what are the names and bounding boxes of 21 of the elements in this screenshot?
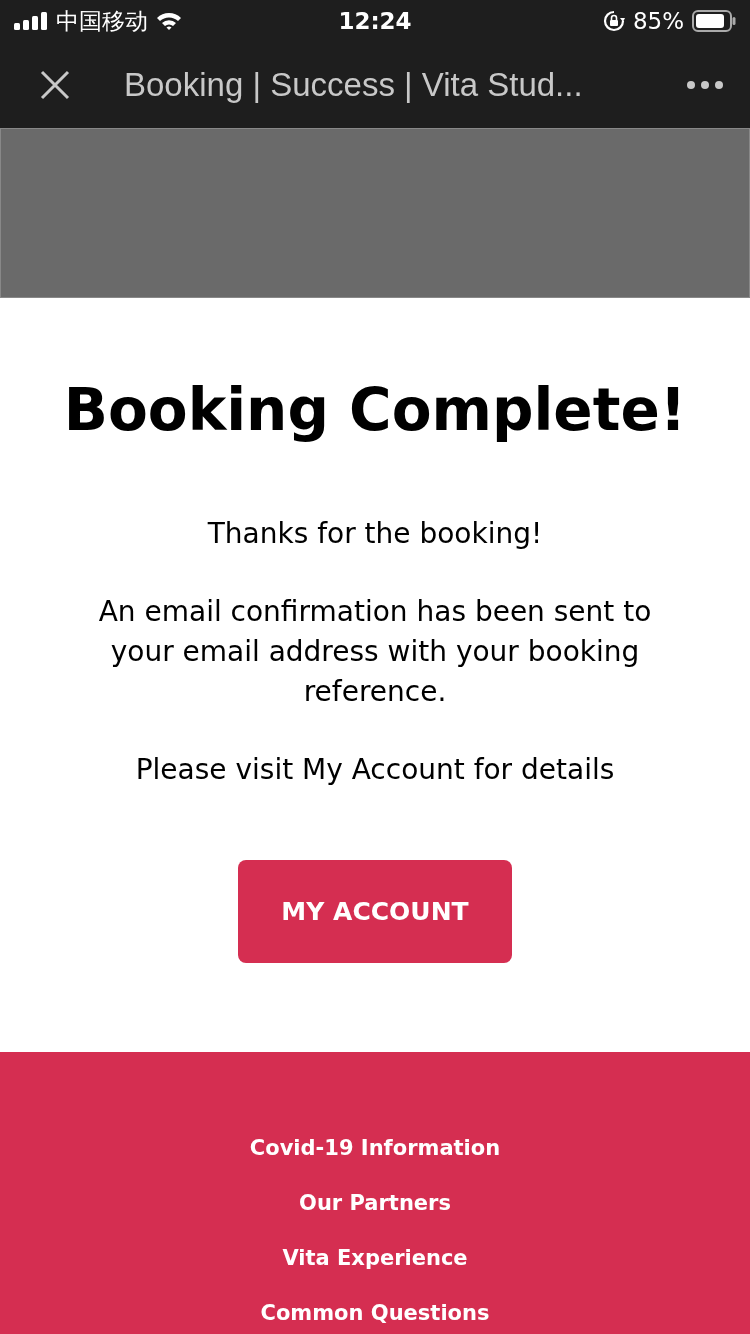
rotation-lock-icon	[602, 10, 625, 32]
heading: Booking Complete!	[63, 376, 687, 444]
carrier-name: 中国移动	[56, 6, 148, 36]
signal-icon	[14, 12, 48, 30]
my-account-button[interactable]: MY ACCOUNT	[238, 860, 512, 963]
footer-link[interactable]: Covid-19 Information	[249, 1134, 501, 1162]
footer-link[interactable]: Vita Experience	[282, 1244, 468, 1272]
battery-percent: 85%	[632, 8, 684, 34]
battery-icon	[692, 10, 736, 32]
footer-link[interactable]: Common Questions	[260, 1299, 490, 1327]
close-button[interactable]	[40, 70, 70, 100]
message-text: An email confirmation has been sent to your email address with your booking reference.	[97, 594, 653, 710]
footer-link[interactable]: Our Partners	[299, 1189, 451, 1217]
clock-time: 12:24	[338, 8, 412, 34]
more-button[interactable]	[686, 80, 724, 90]
page-title: Booking | Success | Vita Stud...	[124, 66, 584, 104]
message-text: Please visit My Account for details	[135, 752, 615, 788]
more-icon	[686, 80, 724, 90]
message-text: Thanks for the booking!	[207, 516, 543, 552]
close-icon	[40, 70, 70, 100]
wifi-icon	[156, 12, 182, 30]
